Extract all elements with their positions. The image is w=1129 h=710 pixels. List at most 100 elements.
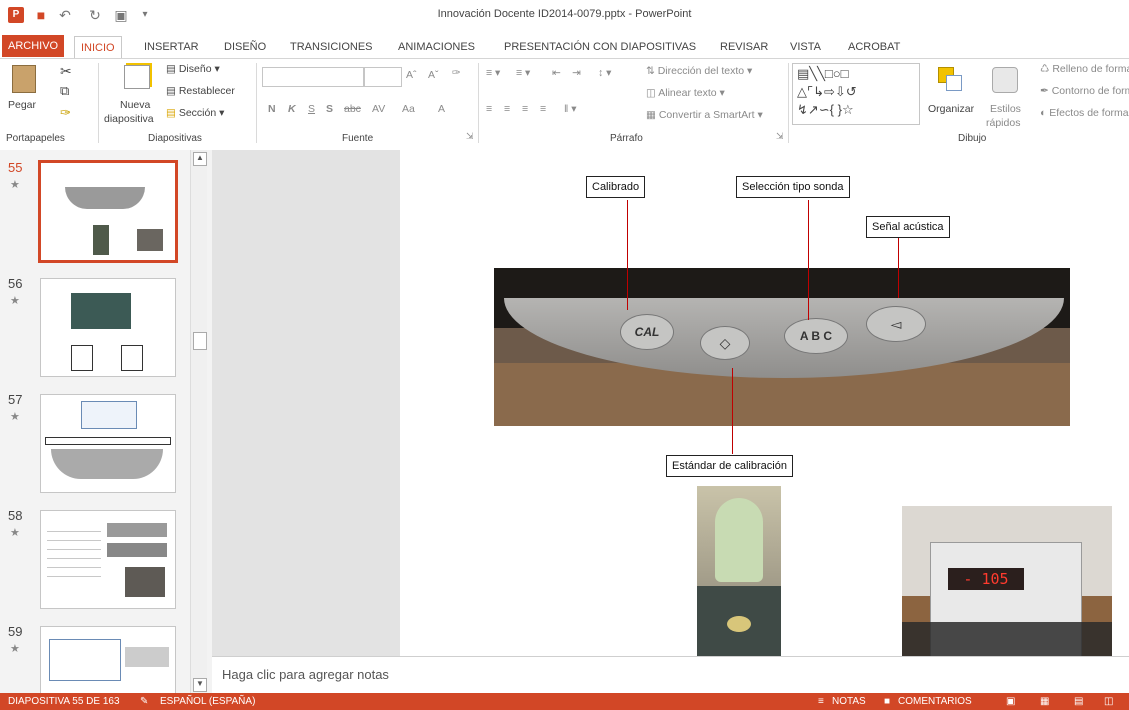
spellcheck-icon[interactable]: ✎ — [140, 696, 148, 707]
group-label-dibujo: Dibujo — [958, 133, 987, 144]
align-left-icon[interactable]: ≡ — [486, 103, 492, 115]
thumb-device-image — [65, 187, 145, 209]
scroll-up-arrow-icon[interactable]: ▲ — [193, 152, 207, 166]
device-button-standard-icon: ◇ — [700, 326, 750, 360]
thumbnail-number: 57 — [8, 392, 23, 407]
tab-vista[interactable]: VISTA — [784, 36, 827, 58]
slideshow-icon[interactable]: ◫ — [1104, 696, 1113, 707]
bullets-icon[interactable]: ≡ ▾ — [486, 67, 500, 79]
increase-indent-icon[interactable]: ⇥ — [572, 67, 581, 79]
text-direction-button[interactable]: ⇅ Dirección del texto ▾ — [646, 65, 752, 77]
paragraph-dialog-launcher-icon[interactable]: ⇲ — [776, 131, 784, 142]
font-color-button[interactable]: A — [438, 103, 445, 115]
callout-calibrado[interactable]: Calibrado — [586, 176, 646, 198]
ribbon-tabs: ARCHIVO INICIO INSERTAR DISEÑO TRANSICIO… — [0, 32, 1129, 59]
slide-canvas[interactable]: CAL ◇ A B C ◅ Calibrado Selección tipo s… — [400, 150, 1129, 656]
font-name-combo[interactable] — [262, 67, 364, 87]
justify-icon[interactable]: ≡ — [540, 103, 546, 115]
thumbnail-slide-55[interactable] — [38, 160, 178, 263]
tab-revisar[interactable]: REVISAR — [714, 36, 774, 58]
italic-button[interactable]: K — [288, 103, 296, 115]
cut-icon[interactable]: ✂ — [60, 63, 72, 80]
shape-outline-button[interactable]: ✒ Contorno de forma — [1040, 85, 1129, 97]
thumb-text-lines — [47, 523, 101, 583]
callout-senal-acustica[interactable]: Señal acústica — [866, 216, 950, 238]
char-spacing-button[interactable]: AV — [372, 103, 385, 115]
align-right-icon[interactable]: ≡ — [522, 103, 528, 115]
shadow-button[interactable]: S — [326, 103, 333, 115]
underline-button[interactable]: S — [308, 103, 315, 115]
paste-button[interactable]: Pegar — [6, 63, 42, 123]
thumb-box — [121, 345, 143, 371]
new-slide-button[interactable]: Nueva diapositiva — [104, 63, 170, 127]
font-size-combo[interactable] — [364, 67, 402, 87]
language-indicator[interactable]: ESPAÑOL (ESPAÑA) — [160, 696, 255, 707]
smartart-button[interactable]: ▦ Convertir a SmartArt ▾ — [646, 109, 763, 121]
change-case-button[interactable]: Aa — [402, 103, 415, 115]
grow-font-icon[interactable]: Aˆ — [406, 69, 417, 81]
section-button[interactable]: ▤ Sección ▾ — [166, 107, 224, 119]
notes-toggle[interactable]: NOTAS — [832, 696, 866, 707]
meter-dock — [902, 622, 1112, 656]
arrow-calibrado — [627, 200, 628, 310]
tab-inicio[interactable]: INICIO — [74, 36, 122, 59]
notes-toggle-icon[interactable]: ≡ — [818, 696, 824, 707]
callout-estandar-calibracion[interactable]: Estándar de calibración — [666, 455, 793, 477]
shapes-gallery[interactable]: ▤╲╲□○□ △⌜↳⇨⇩↺ ↯↗∽{ }☆ — [792, 63, 920, 125]
thumbnails-scrollbar[interactable]: ▲ ▼ — [190, 150, 207, 693]
tab-diseno[interactable]: DISEÑO — [218, 36, 272, 58]
tab-insertar[interactable]: INSERTAR — [138, 36, 205, 58]
comments-icon[interactable]: ■ — [884, 696, 890, 707]
normal-view-icon[interactable]: ▣ — [1006, 696, 1015, 707]
font-dialog-launcher-icon[interactable]: ⇲ — [466, 131, 474, 142]
tab-acrobat[interactable]: ACROBAT — [842, 36, 906, 58]
bold-button[interactable]: N — [268, 103, 276, 115]
notes-placeholder[interactable]: Haga clic para agregar notas — [222, 667, 389, 682]
notes-pane[interactable]: Haga clic para agregar notas — [212, 656, 1129, 694]
probe-photo — [697, 486, 781, 656]
thumb-caption-bar — [45, 437, 171, 445]
slide-sorter-icon[interactable]: ▦ — [1040, 696, 1049, 707]
layout-button[interactable]: ▤ Diseño ▾ — [166, 63, 220, 75]
slide-thumbnails-pane[interactable]: 55 ★ 56 ★ 57 ★ 58 ★ 59 ★ — [0, 150, 212, 694]
comments-toggle[interactable]: COMENTARIOS — [898, 696, 972, 707]
quick-styles-button[interactable]: Estilos rápidos — [980, 63, 1030, 129]
shape-effects-button[interactable]: ◐ Efectos de forma — [1040, 107, 1129, 119]
thumbnail-slide-57[interactable] — [40, 394, 176, 493]
thumbnail-slide-58[interactable] — [40, 510, 176, 609]
paste-label: Pegar — [8, 99, 37, 111]
shape-fill-button[interactable]: ♺ Relleno de forma — [1040, 63, 1129, 75]
columns-icon[interactable]: ‖ ▾ — [564, 103, 577, 115]
thumbnail-slide-56[interactable] — [40, 278, 176, 377]
copy-icon[interactable]: ⧉ — [60, 83, 69, 99]
animation-star-icon: ★ — [10, 527, 20, 539]
reset-button[interactable]: ▤ Restablecer — [166, 85, 235, 97]
tab-animaciones[interactable]: ANIMACIONES — [392, 36, 481, 58]
scroll-thumb[interactable] — [193, 332, 207, 350]
reading-view-icon[interactable]: ▤ — [1074, 696, 1083, 707]
title-bar: P ■ ↶ ↻ ▣ ▾ Innovación Docente ID2014-00… — [0, 0, 1129, 32]
callout-seleccion-tipo-sonda[interactable]: Selección tipo sonda — [736, 176, 850, 198]
strikethrough-button[interactable]: abc — [344, 103, 361, 115]
decrease-indent-icon[interactable]: ⇤ — [552, 67, 561, 79]
shapes-row-1-icon: ▤╲╲□○□ — [797, 66, 849, 81]
shrink-font-icon[interactable]: Aˇ — [428, 69, 439, 81]
clear-format-icon[interactable]: ✑ — [452, 67, 461, 79]
numbering-icon[interactable]: ≡ ▾ — [516, 67, 530, 79]
format-painter-icon[interactable]: ✑ — [60, 105, 71, 121]
layout-icon: ▤ — [166, 63, 179, 75]
line-spacing-icon[interactable]: ↕ ▾ — [598, 67, 611, 79]
animation-star-icon: ★ — [10, 411, 20, 423]
thumbnail-slide-59[interactable] — [40, 626, 176, 694]
arrow-seleccion — [808, 200, 809, 320]
tab-presentacion[interactable]: PRESENTACIÓN CON DIAPOSITIVAS — [498, 36, 702, 58]
thumb-box — [71, 345, 93, 371]
animation-star-icon: ★ — [10, 179, 20, 191]
tab-archivo[interactable]: ARCHIVO — [2, 35, 65, 57]
tab-transiciones[interactable]: TRANSICIONES — [284, 36, 379, 58]
scroll-down-arrow-icon[interactable]: ▼ — [193, 678, 207, 692]
arrange-button[interactable]: Organizar — [928, 63, 974, 127]
align-center-icon[interactable]: ≡ — [504, 103, 510, 115]
align-text-button[interactable]: ◫ Alinear texto ▾ — [646, 87, 725, 99]
window-title: Innovación Docente ID2014-0079.pptx - Po… — [437, 8, 692, 20]
